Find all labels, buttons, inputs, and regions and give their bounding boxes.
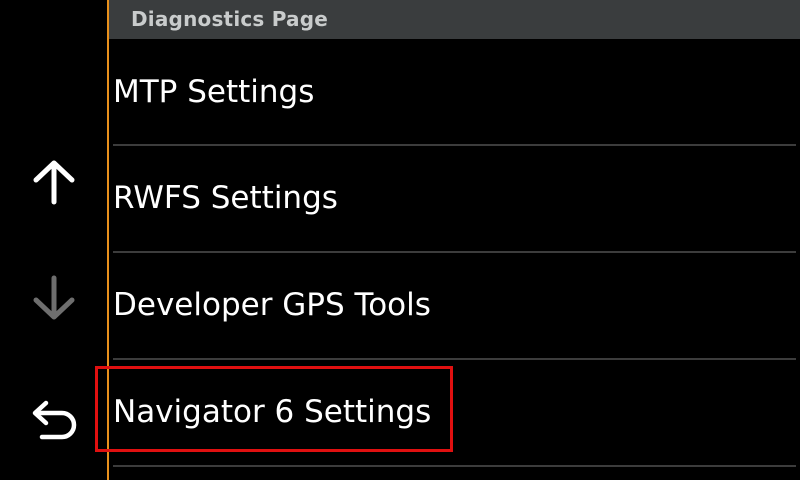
diagnostics-screen: Diagnostics Page MTP Settings RWFS Setti…	[0, 0, 800, 480]
list-item-label: Developer GPS Tools	[113, 287, 431, 323]
scroll-up-button[interactable]	[0, 150, 108, 214]
page-title: Diagnostics Page	[131, 7, 328, 31]
page-header: Diagnostics Page	[109, 0, 800, 39]
back-icon	[32, 400, 77, 440]
arrow-up-icon	[33, 160, 75, 205]
list-item-developer-gps-tools[interactable]: Developer GPS Tools	[109, 252, 800, 358]
side-navigation-rail	[0, 0, 108, 480]
selection-highlight	[95, 366, 453, 452]
list-item-rwfs-settings[interactable]: RWFS Settings	[109, 145, 800, 251]
back-button[interactable]	[0, 388, 108, 452]
list-item-label: MTP Settings	[113, 74, 315, 110]
list-separator	[113, 465, 796, 467]
list-item-label: RWFS Settings	[113, 180, 338, 216]
scroll-down-button[interactable]	[0, 266, 108, 330]
list-item-mtp-settings[interactable]: MTP Settings	[109, 39, 800, 145]
arrow-down-icon	[33, 275, 75, 320]
